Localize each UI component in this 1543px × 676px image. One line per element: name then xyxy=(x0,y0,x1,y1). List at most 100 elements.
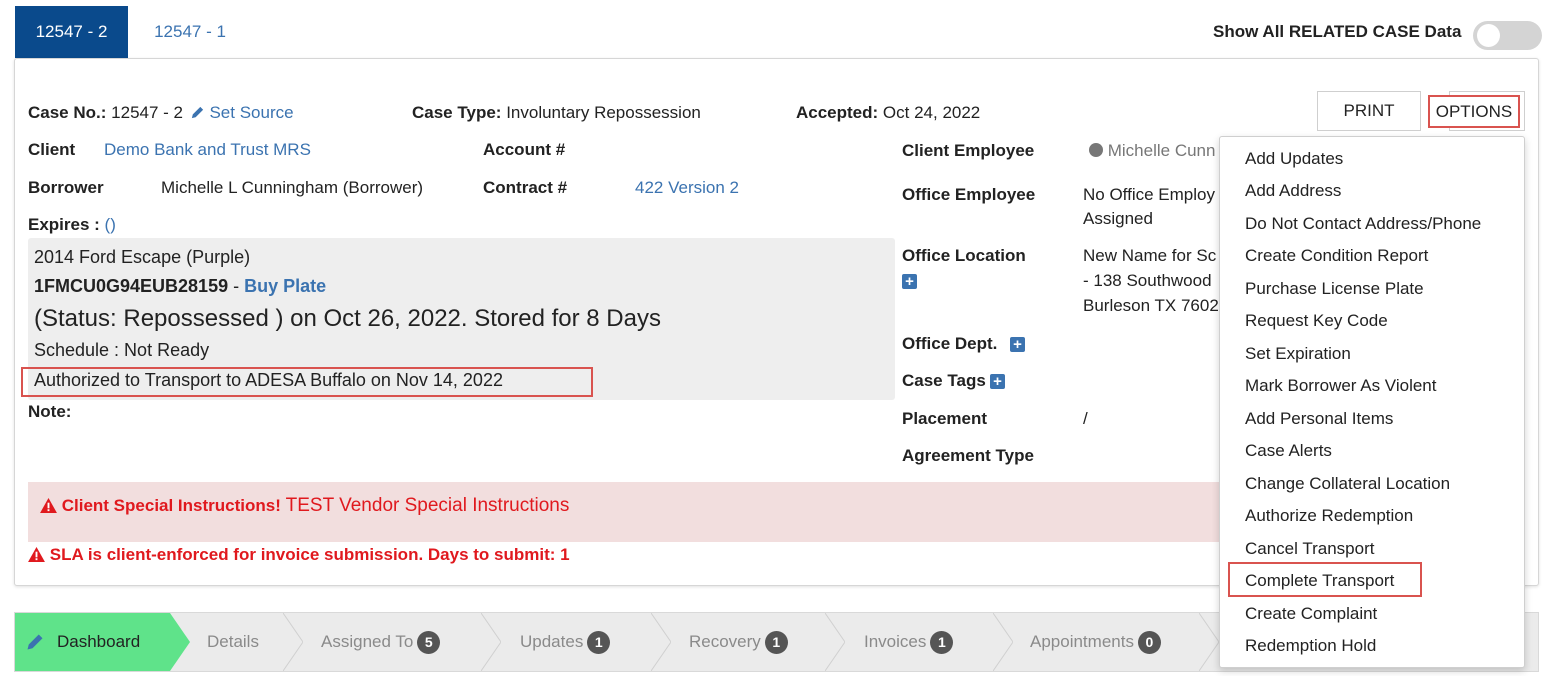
step-assigned-to-label: Assigned To xyxy=(321,632,414,651)
step-recovery-label: Recovery xyxy=(689,632,761,651)
menu-item-create-complaint[interactable]: Create Complaint xyxy=(1245,604,1377,624)
pencil-icon[interactable] xyxy=(190,105,205,120)
step-details[interactable]: Details xyxy=(207,613,259,671)
expires-value[interactable]: () xyxy=(105,215,116,234)
client-employee-value: Michelle Cunn xyxy=(1107,141,1216,160)
menu-item-add-personal-items[interactable]: Add Personal Items xyxy=(1245,409,1393,429)
office-employee-line1: No Office Employ xyxy=(1083,185,1215,204)
step-updates-label: Updates xyxy=(520,632,584,651)
step-divider xyxy=(825,613,845,671)
office-location-label: Office Location xyxy=(902,246,1026,265)
office-location-line1: New Name for Sc xyxy=(1083,246,1217,265)
menu-item-mark-borrower-violent[interactable]: Mark Borrower As Violent xyxy=(1245,376,1436,396)
client-label: Client xyxy=(28,140,76,159)
office-location-line3: Burleson TX 7602 xyxy=(1083,296,1219,315)
add-office-location-icon[interactable]: + xyxy=(902,274,917,289)
buy-plate-link[interactable]: Buy Plate xyxy=(244,276,326,296)
case-no-value: 12547 - 2 xyxy=(111,103,183,122)
sla-text: SLA is client-enforced for invoice submi… xyxy=(49,545,570,564)
office-dept-label: Office Dept. xyxy=(902,334,998,353)
step-dashboard[interactable]: Dashboard xyxy=(15,613,170,671)
updates-count-badge: 1 xyxy=(587,630,611,654)
warning-icon xyxy=(40,498,57,513)
step-invoices[interactable]: Invoices 1 xyxy=(864,613,954,671)
assigned-to-count-badge: 5 xyxy=(417,630,441,654)
toggle-knob xyxy=(1477,24,1500,47)
case-type-label: Case Type: xyxy=(412,103,502,122)
step-recovery[interactable]: Recovery 1 xyxy=(689,613,788,671)
agreement-type-label: Agreement Type xyxy=(902,446,1034,465)
menu-item-case-alerts[interactable]: Case Alerts xyxy=(1245,441,1332,461)
menu-item-add-address[interactable]: Add Address xyxy=(1245,181,1341,201)
step-appointments[interactable]: Appointments 0 xyxy=(1030,613,1161,671)
step-divider xyxy=(651,613,671,671)
client-instructions-label: Client Special Instructions! xyxy=(61,496,281,515)
vehicle-status: (Status: Repossessed ) on Oct 26, 2022. … xyxy=(34,305,661,332)
menu-item-authorize-redemption[interactable]: Authorize Redemption xyxy=(1245,506,1413,526)
note-label: Note: xyxy=(28,402,72,421)
step-appointments-label: Appointments xyxy=(1030,632,1134,651)
step-divider xyxy=(993,613,1013,671)
client-instructions-text: TEST Vendor Special Instructions xyxy=(285,495,570,516)
step-details-label: Details xyxy=(207,632,259,651)
expires-row: Expires : () xyxy=(28,215,116,235)
schedule-status: Schedule : Not Ready xyxy=(34,340,210,360)
add-office-dept-icon[interactable]: + xyxy=(1010,337,1025,352)
related-case-toggle[interactable] xyxy=(1473,21,1542,50)
accepted-row: Accepted: Oct 24, 2022 xyxy=(796,103,980,123)
recovery-count-badge: 1 xyxy=(764,630,788,654)
tab-case-12547-2[interactable]: 12547 - 2 xyxy=(15,6,128,58)
menu-item-cancel-transport[interactable]: Cancel Transport xyxy=(1245,539,1374,559)
step-divider xyxy=(283,613,303,671)
accepted-label: Accepted: xyxy=(796,103,879,122)
step-dashboard-label: Dashboard xyxy=(57,632,141,651)
client-employee-label: Client Employee xyxy=(902,141,1035,160)
placement-label: Placement xyxy=(902,409,988,428)
step-updates[interactable]: Updates 1 xyxy=(520,613,611,671)
vin-value: 1FMCU0G94EUB28159 xyxy=(34,276,229,296)
appointments-count-badge: 0 xyxy=(1137,630,1161,654)
menu-item-request-key-code[interactable]: Request Key Code xyxy=(1245,311,1388,331)
transport-status: Authorized to Transport to ADESA Buffalo… xyxy=(34,370,503,390)
step-assigned-to[interactable]: Assigned To 5 xyxy=(321,613,441,671)
contract-label: Contract # xyxy=(483,178,568,197)
contract-link[interactable]: 422 Version 2 xyxy=(635,178,739,198)
sla-row: SLA is client-enforced for invoice submi… xyxy=(28,545,570,565)
tab-case-12547-1[interactable]: 12547 - 1 xyxy=(140,6,240,58)
client-link[interactable]: Demo Bank and Trust MRS xyxy=(104,140,311,160)
case-type-value: Involuntary Repossession xyxy=(506,103,701,122)
case-no-label: Case No.: xyxy=(28,103,107,122)
case-tags-label: Case Tags xyxy=(902,371,986,390)
client-employee-row: Michelle Cunn xyxy=(1089,141,1215,161)
invoices-count-badge: 1 xyxy=(930,630,954,654)
print-button[interactable]: PRINT xyxy=(1317,91,1421,131)
menu-item-purchase-license-plate[interactable]: Purchase License Plate xyxy=(1245,279,1424,299)
menu-item-complete-transport[interactable]: Complete Transport xyxy=(1245,571,1394,591)
menu-item-do-not-contact[interactable]: Do Not Contact Address/Phone xyxy=(1245,214,1481,234)
options-menu: Add Updates Add Address Do Not Contact A… xyxy=(1219,136,1525,668)
add-case-tag-icon[interactable]: + xyxy=(990,374,1005,389)
vin-row: 1FMCU0G94EUB28159 - Buy Plate xyxy=(34,276,326,297)
menu-item-change-collateral-location[interactable]: Change Collateral Location xyxy=(1245,474,1450,494)
status-dot-icon xyxy=(1089,143,1103,157)
step-divider xyxy=(481,613,501,671)
set-source-link[interactable]: Set Source xyxy=(209,103,293,122)
menu-item-create-condition-report[interactable]: Create Condition Report xyxy=(1245,246,1428,266)
placement-value: / xyxy=(1083,409,1088,428)
account-label: Account # xyxy=(483,140,566,159)
accepted-value: Oct 24, 2022 xyxy=(882,103,981,122)
related-case-toggle-label: Show All RELATED CASE Data xyxy=(1213,22,1462,41)
case-no-row: Case No.: 12547 - 2 Set Source xyxy=(28,103,294,123)
step-invoices-label: Invoices xyxy=(864,632,927,651)
vehicle-description: 2014 Ford Escape (Purple) xyxy=(34,247,251,267)
expires-label: Expires : xyxy=(28,215,100,234)
menu-item-set-expiration[interactable]: Set Expiration xyxy=(1245,344,1351,364)
borrower-label: Borrower xyxy=(28,178,104,197)
client-instructions-row: Client Special Instructions! TEST Vendor… xyxy=(40,495,569,517)
options-button[interactable]: OPTIONS xyxy=(1428,95,1520,128)
step-divider xyxy=(1199,613,1219,671)
warning-icon xyxy=(28,547,45,562)
menu-item-redemption-hold[interactable]: Redemption Hold xyxy=(1245,636,1376,656)
menu-item-add-updates[interactable]: Add Updates xyxy=(1245,149,1343,169)
case-type-row: Case Type: Involuntary Repossession xyxy=(412,103,701,123)
